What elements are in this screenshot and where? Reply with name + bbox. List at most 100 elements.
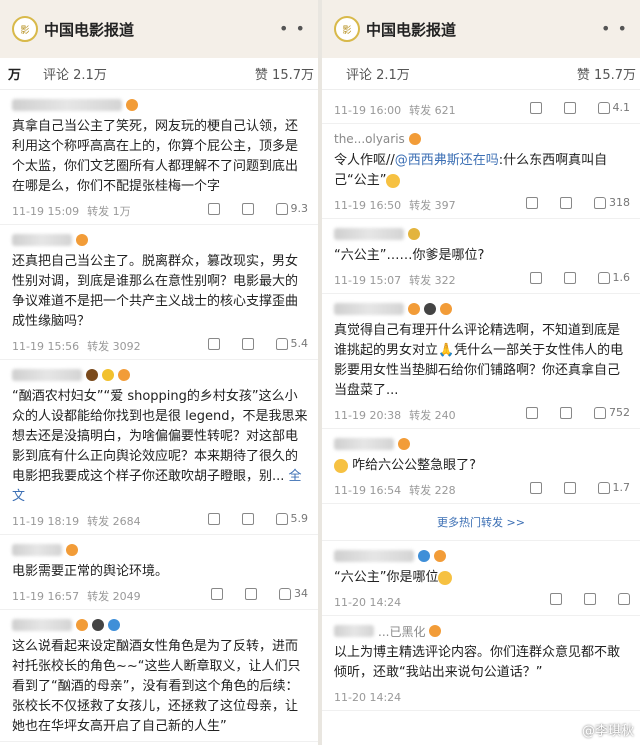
share-icon[interactable] (207, 512, 220, 525)
share-icon[interactable] (526, 406, 538, 419)
crown-badge-icon (86, 369, 98, 381)
more-options-icon[interactable]: • • (601, 19, 628, 38)
thumbs-up-icon[interactable] (279, 587, 291, 600)
mention-link[interactable]: @西西弗斯还在吗 (395, 153, 499, 168)
badge-icon (66, 544, 78, 556)
comment-item: the...olyaris 令人作呕//@西西弗斯还在吗:什么东西啊真叫自己“公… (322, 124, 640, 219)
repost-count[interactable]: 转发 397 (409, 197, 456, 213)
comment-text: 令人作呕//@西西弗斯还在吗:什么东西啊真叫自己“公主” (334, 151, 630, 191)
right-screenshot-panel: 影 中国电影报道 • • 评论 2.1万 赞 15.7万 11-19 16:00… (322, 0, 640, 745)
share-icon[interactable] (529, 481, 542, 494)
comment-icon[interactable] (584, 593, 596, 605)
comments-tab[interactable]: 评论 2.1万 (346, 64, 410, 83)
comment-item: 11-19 16:00 转发 621 4.1 (322, 90, 640, 124)
badge-icon (76, 234, 88, 246)
blurred-username[interactable] (12, 366, 308, 384)
comment-icon[interactable] (563, 271, 576, 284)
blurred-username[interactable] (334, 435, 630, 453)
share-icon[interactable] (529, 101, 542, 114)
repost-count[interactable]: 转发 2684 (87, 513, 141, 529)
badge-icon (408, 133, 421, 145)
likes-tab[interactable]: 赞 15.7万 (577, 64, 636, 83)
like-count: 5.9 (290, 512, 309, 525)
repost-count[interactable]: 转发 228 (409, 482, 456, 498)
laugh-emoji-icon (386, 173, 401, 188)
repost-count[interactable]: 转发 2049 (87, 588, 141, 604)
comment-footer: 11-20 14:24 (334, 593, 630, 611)
account-header: 影 中国电影报道 • • (0, 0, 318, 58)
like-count: 1.6 (612, 271, 631, 284)
comment-icon[interactable] (563, 101, 576, 114)
comment-icon[interactable] (563, 481, 576, 494)
comment-time: 11-19 16:57 (12, 589, 80, 603)
badge-icon (408, 303, 420, 315)
comment-icon[interactable] (245, 587, 257, 600)
comment-time: 11-20 14:24 (334, 690, 402, 704)
repost-count[interactable]: 转发 621 (409, 102, 456, 118)
comment-time: 11-19 15:09 (12, 204, 80, 218)
more-hot-reposts-link[interactable]: 更多热门转发 >> (322, 504, 640, 541)
thumbs-up-icon[interactable] (594, 196, 606, 209)
thumbs-up-icon[interactable] (275, 512, 288, 525)
thumbs-up-icon[interactable] (597, 101, 610, 114)
comment-text: “六公主”你是哪位 (334, 568, 630, 588)
share-icon[interactable] (207, 202, 220, 215)
comment-time: 11-20 14:24 (334, 595, 402, 609)
repost-count[interactable]: 转发 3092 (87, 338, 141, 354)
comment-item: 电影需要正常的舆论环境。 11-19 16:57 转发 2049 34 (0, 535, 318, 610)
thumbs-up-icon[interactable] (275, 202, 288, 215)
thumbs-up-icon[interactable] (594, 406, 606, 419)
repost-count[interactable]: 转发 240 (409, 407, 456, 423)
like-count: 752 (609, 406, 630, 419)
account-header: 影 中国电影报道 • • (322, 0, 640, 58)
blurred-username[interactable] (334, 547, 630, 565)
comment-item: 咋给六公公整急眼了? 11-19 16:54 转发 228 1.7 (322, 429, 640, 504)
comment-item: “六公主”……你爹是哪位? 11-19 15:07 转发 322 1.6 (322, 219, 640, 294)
share-icon[interactable] (207, 337, 220, 350)
thumbs-up-icon[interactable] (275, 337, 288, 350)
share-icon[interactable] (211, 587, 223, 600)
comment-icon[interactable] (560, 406, 572, 419)
like-count: 5.4 (290, 337, 309, 350)
username-text[interactable]: the...olyaris (334, 132, 405, 146)
badge-icon (434, 550, 446, 562)
blurred-username[interactable] (12, 96, 308, 114)
repost-count[interactable]: 转发 1万 (87, 203, 131, 219)
account-name[interactable]: 中国电影报道 (366, 19, 456, 40)
comments-tab[interactable]: 评论 2.1万 (43, 64, 107, 83)
likes-tab[interactable]: 赞 15.7万 (255, 64, 314, 83)
account-name[interactable]: 中国电影报道 (44, 19, 134, 40)
repost-count[interactable]: 转发 322 (409, 272, 456, 288)
thumbs-up-icon[interactable] (618, 593, 630, 605)
comment-icon[interactable] (241, 337, 254, 350)
username[interactable]: ...已黑化 (334, 622, 630, 640)
comment-text: “六公主”……你爹是哪位? (334, 248, 485, 263)
share-icon[interactable] (526, 196, 538, 209)
blurred-username[interactable] (12, 616, 308, 634)
comment-icon[interactable] (241, 202, 254, 215)
thumbs-up-icon[interactable] (597, 271, 610, 284)
account-logo-icon[interactable]: 影 (334, 16, 360, 42)
account-logo-icon[interactable]: 影 (12, 16, 38, 42)
share-icon[interactable] (529, 271, 542, 284)
more-options-icon[interactable]: • • (279, 19, 306, 38)
comment-text: 真拿自己当公主了笑死，网友玩的梗自己认领，还利用这个称呼高高在上的，你算个屁公主… (12, 119, 299, 194)
blurred-username[interactable] (334, 300, 630, 318)
comment-time: 11-19 18:19 (12, 514, 80, 528)
comment-footer: 11-19 16:57 转发 2049 34 (12, 587, 308, 605)
thumbs-up-icon[interactable] (597, 481, 610, 494)
comment-time: 11-19 20:38 (334, 408, 402, 422)
username[interactable]: the...olyaris (334, 130, 630, 148)
share-icon[interactable] (550, 593, 562, 605)
comment-footer: 11-19 15:09 转发 1万 9.3 (12, 202, 308, 220)
comment-icon[interactable] (241, 512, 254, 525)
comment-footer: 11-19 16:50 转发 397 318 (334, 196, 630, 214)
comment-icon[interactable] (560, 196, 572, 209)
blurred-username[interactable] (12, 541, 308, 559)
blurred-username[interactable] (12, 231, 308, 249)
panda-badge-icon (92, 619, 104, 631)
reposts-tab[interactable]: 万 (8, 64, 21, 83)
username-text[interactable]: ...已黑化 (378, 623, 425, 640)
blurred-username[interactable] (334, 225, 630, 243)
comment-text: 这么说看起来设定酗酒女性角色是为了反转，进而衬托张校长的角色~~“这些人断章取义… (12, 639, 301, 734)
